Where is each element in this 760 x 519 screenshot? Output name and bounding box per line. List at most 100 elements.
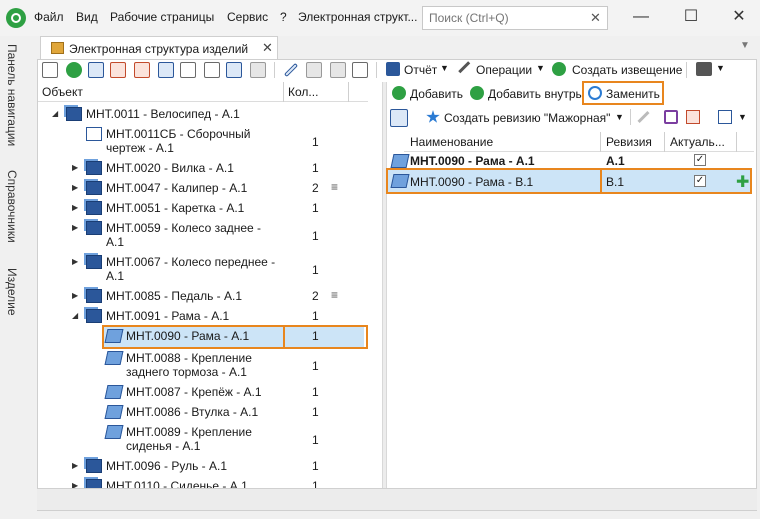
columns-icon[interactable]: [718, 110, 732, 124]
column-divider: [600, 132, 601, 152]
column-header-object[interactable]: Объект: [42, 85, 83, 99]
sort-icon[interactable]: [158, 62, 174, 78]
tab-overflow-icon[interactable]: ▼: [740, 40, 750, 51]
document-tab[interactable]: Электронная структура изделий ✕: [40, 36, 278, 60]
column-header-revision[interactable]: Ревизия: [606, 135, 652, 149]
part-icon: [390, 154, 410, 168]
assembly-icon: [86, 289, 102, 303]
part-icon: [104, 405, 124, 419]
nav-tab-directories[interactable]: Справочники: [5, 170, 19, 243]
expand-arrow-icon[interactable]: ▶: [72, 257, 78, 266]
chevron-down-icon[interactable]: ▼: [716, 63, 725, 73]
link-icon[interactable]: [390, 109, 408, 127]
tree-item-label: МНТ.0088 - Крепление заднего тормоза - А…: [126, 351, 252, 379]
search-clear-icon[interactable]: ✕: [590, 10, 601, 26]
minimize-button[interactable]: —: [626, 6, 656, 28]
part-icon: [104, 425, 124, 439]
tree-item-label: МНТ.0086 - Втулка - А.1: [126, 405, 259, 419]
close-button[interactable]: ✕: [724, 6, 754, 28]
menu-work-pages[interactable]: Рабочие страницы: [110, 10, 214, 24]
tree-row[interactable]: ▶ МНТ.0047 - Калипер - А.1 2 ≡: [38, 178, 368, 198]
tree-row[interactable]: ◢ МНТ.0011 - Велосипед - А.1: [38, 104, 368, 124]
collapse-arrow-icon[interactable]: ◢: [72, 311, 78, 320]
structure-view-icon[interactable]: [42, 62, 58, 78]
tree-item-qty: 1: [312, 385, 319, 399]
tree-row[interactable]: МНТ.0088 - Крепление заднего тормоза - А…: [38, 348, 368, 382]
expand-arrow-icon[interactable]: ▶: [72, 291, 78, 300]
copy-icon[interactable]: [110, 62, 126, 78]
pane-splitter[interactable]: [382, 82, 387, 488]
assembly-icon: [86, 201, 102, 215]
properties-icon[interactable]: [88, 62, 104, 78]
grid-cell-name[interactable]: МНТ.0090 - Рама - А.1: [410, 154, 535, 168]
tree-row[interactable]: ▶ МНТ.0059 - Колесо заднее - А.1 1: [38, 218, 368, 252]
create-notice-button[interactable]: Создать извещение: [572, 63, 682, 77]
expand-arrow-icon[interactable]: ▶: [72, 203, 78, 212]
delete-icon[interactable]: [686, 110, 700, 124]
tree-row[interactable]: ▶ МНТ.0067 - Колесо переднее - А.1 1: [38, 252, 368, 286]
actual-checkbox[interactable]: ✓: [694, 154, 706, 166]
menu-file[interactable]: Файл: [34, 10, 64, 24]
chevron-down-icon[interactable]: ▼: [536, 63, 545, 73]
expand-arrow-icon[interactable]: ▶: [72, 481, 78, 488]
expand-arrow-icon[interactable]: ▶: [72, 223, 78, 232]
tree-row[interactable]: МНТ.0087 - Крепёж - А.1 1: [38, 382, 368, 402]
create-revision-button[interactable]: Создать ревизию "Мажорная": [444, 111, 610, 125]
print-icon[interactable]: [696, 62, 712, 76]
tab-title: Электронная структура изделий: [69, 42, 249, 56]
menu-service[interactable]: Сервис: [227, 10, 268, 24]
add-inside-button[interactable]: Добавить внутрь: [488, 87, 582, 101]
tree-row[interactable]: ▶ МНТ.0020 - Вилка - А.1 1: [38, 158, 368, 178]
tree-row[interactable]: МНТ.0011СБ - Сборочный чертеж - А.1 1: [38, 124, 368, 158]
add-icon[interactable]: [66, 62, 82, 78]
save-icon[interactable]: [664, 110, 678, 124]
menu-view[interactable]: Вид: [76, 10, 98, 24]
chevron-down-icon[interactable]: ▼: [440, 63, 449, 73]
chevron-down-icon[interactable]: ▼: [738, 112, 747, 122]
chevron-down-icon[interactable]: ▼: [615, 112, 624, 122]
menu-help[interactable]: ?: [280, 10, 287, 24]
tree-row[interactable]: МНТ.0086 - Втулка - А.1 1: [38, 402, 368, 422]
column-header-qty[interactable]: Кол...: [288, 85, 318, 99]
nav-tab-product[interactable]: Изделие: [5, 268, 19, 316]
tree-item-label: МНТ.0067 - Колесо переднее - А.1: [106, 255, 276, 283]
tree-row[interactable]: ◢ МНТ.0091 - Рама - А.1 1: [38, 306, 368, 326]
flag-icon[interactable]: [134, 62, 150, 78]
checklist-icon[interactable]: [204, 62, 220, 78]
tree-row[interactable]: МНТ.0089 - Крепление сиденья - А.1 1: [38, 422, 368, 456]
tree-row[interactable]: ▶ МНТ.0051 - Каретка - А.1 1: [38, 198, 368, 218]
assembly-icon: [86, 181, 102, 195]
expand-arrow-icon[interactable]: ▶: [72, 163, 78, 172]
column-header-actual[interactable]: Актуаль...: [670, 135, 725, 149]
tree-row[interactable]: ▶ МНТ.0110 - Сиденье - А.1 1: [38, 476, 368, 488]
tree-item-qty: 2: [312, 289, 319, 303]
tree-item-label: МНТ.0089 - Крепление сиденья - А.1: [126, 425, 252, 453]
toolbar-separator: [376, 62, 377, 78]
menu-current-page[interactable]: Электронная структ...: [298, 10, 417, 24]
nav-tab-navigation-panel[interactable]: Панель навигации: [5, 44, 19, 146]
add-button[interactable]: Добавить: [410, 87, 463, 101]
expand-arrow-icon[interactable]: ▶: [72, 183, 78, 192]
tree-item-label: МНТ.0051 - Каретка - А.1: [106, 201, 245, 215]
list-icon[interactable]: [180, 62, 196, 78]
column-header-name[interactable]: Наименование: [410, 135, 493, 149]
save-icon[interactable]: [306, 62, 322, 78]
toolbar-separator: [686, 62, 687, 78]
tree-row[interactable]: ▶ МНТ.0085 - Педаль - А.1 2 ≡: [38, 286, 368, 306]
maximize-button[interactable]: ☐: [676, 6, 706, 28]
tab-close-icon[interactable]: ✕: [262, 40, 273, 56]
operations-button[interactable]: Операции: [476, 63, 532, 77]
expand-arrow-icon[interactable]: ▶: [72, 461, 78, 470]
collapse-arrow-icon[interactable]: ◢: [52, 109, 58, 118]
grid-cell-revision[interactable]: А.1: [606, 154, 625, 168]
cad-icon[interactable]: [250, 62, 266, 78]
tree-item-label: МНТ.0059 - Колесо заднее - А.1: [106, 221, 262, 249]
grid-icon[interactable]: [226, 62, 242, 78]
tree-row[interactable]: МНТ.0090 - Рама - А.1 1: [38, 325, 368, 349]
search-input[interactable]: [422, 6, 608, 30]
check-in-icon[interactable]: [352, 62, 368, 78]
delete-icon[interactable]: [330, 62, 346, 78]
tree-row[interactable]: ▶ МНТ.0096 - Руль - А.1 1: [38, 456, 368, 476]
report-button[interactable]: Отчёт: [404, 63, 437, 77]
tree-item-qty: 1: [312, 201, 319, 215]
